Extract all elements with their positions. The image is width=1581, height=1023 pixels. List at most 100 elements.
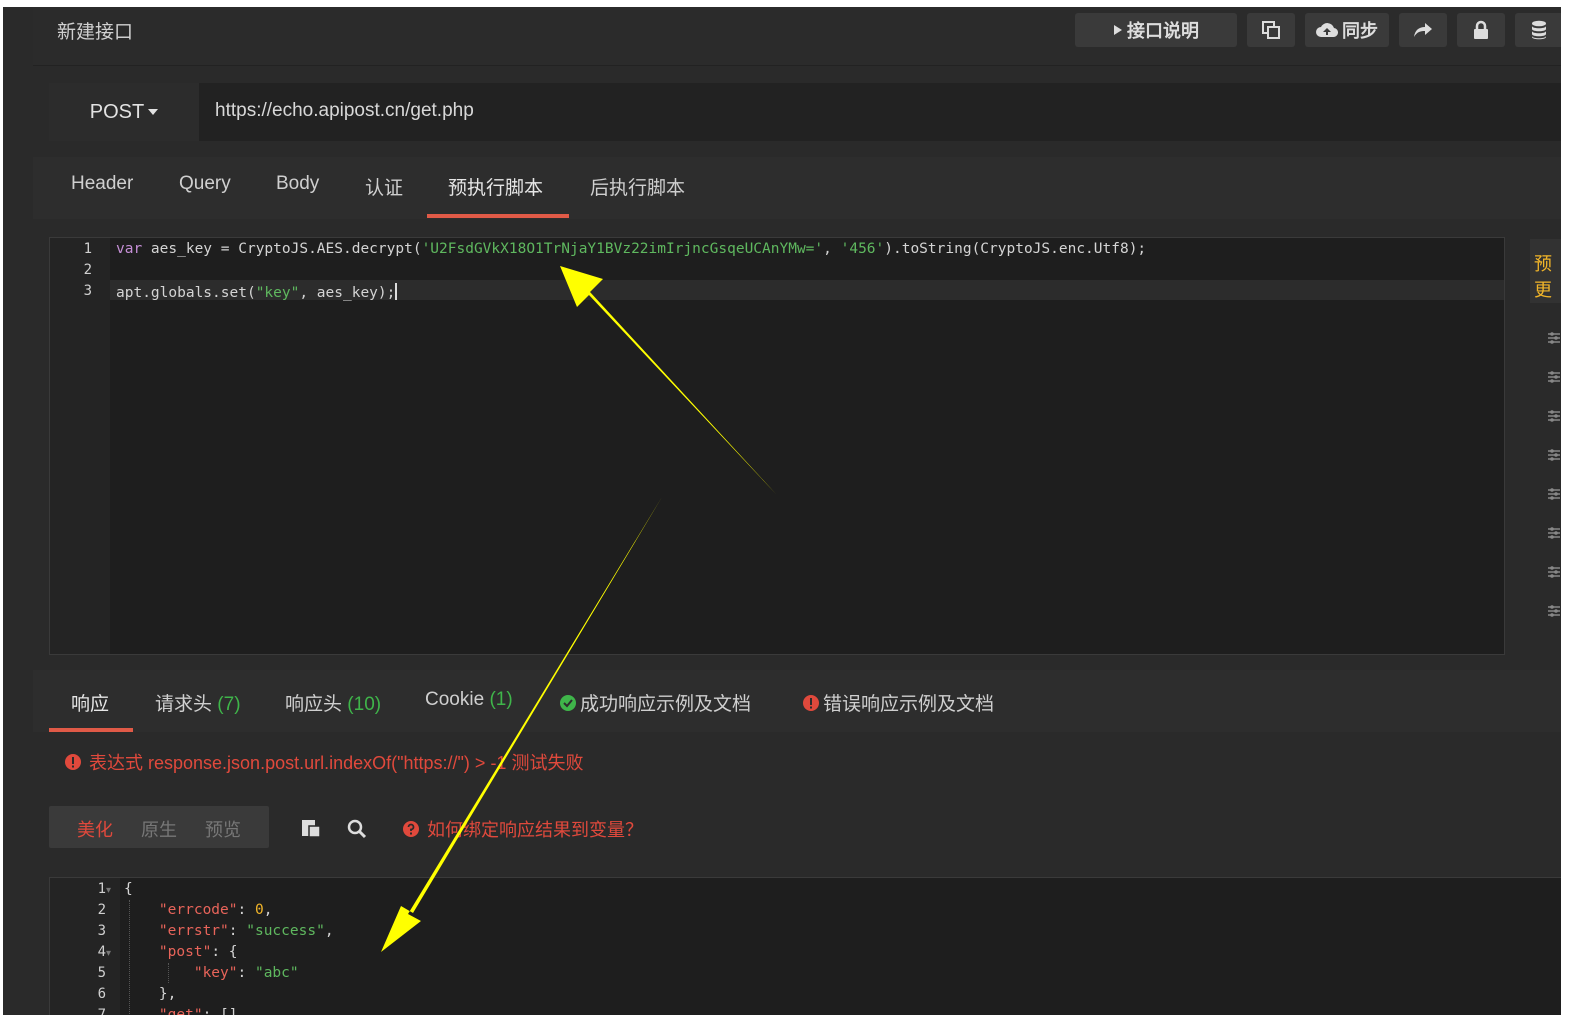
snippet-icon[interactable] (1548, 370, 1560, 384)
api-doc-button[interactable]: 接口说明 (1075, 13, 1237, 47)
snippet-panel-tab[interactable]: 预 更 (1530, 239, 1561, 303)
tab-error-doc-label: 错误响应示例及文档 (823, 694, 995, 715)
tab-header[interactable]: Header (71, 173, 133, 195)
lock-icon (1474, 20, 1488, 39)
error-circle-icon (65, 754, 81, 770)
line-number: 4 (97, 944, 106, 960)
tab-post-script[interactable]: 后执行脚本 (590, 173, 685, 200)
code-token: , aes_key); (299, 285, 396, 301)
bind-response-help-text: 如何绑定响应结果到变量？ (427, 820, 643, 840)
url-bar: POST https://echo.apipost.cn/get.php (49, 83, 1561, 141)
test-failure-alert: 表达式 response.json.post.url.indexOf("http… (65, 749, 583, 775)
json-key: "post" (158, 944, 212, 960)
view-mode-beautify[interactable]: 美化 (77, 816, 113, 842)
paste-icon[interactable] (301, 818, 321, 838)
caret-down-icon (148, 109, 159, 115)
bind-response-help-link[interactable]: 如何绑定响应结果到变量？ (403, 816, 643, 842)
line-number: 2 (83, 262, 92, 278)
method-label: POST (89, 100, 145, 123)
active-tab-indicator (49, 728, 133, 732)
json-string: "success" (246, 923, 325, 939)
request-tabs: Header Query Body 认证 预执行脚本 后执行脚本 (33, 157, 1561, 219)
tab-body[interactable]: Body (276, 173, 319, 195)
view-mode-preview[interactable]: 预览 (205, 816, 241, 842)
method-select[interactable]: POST (49, 83, 199, 141)
tab-query[interactable]: Query (179, 173, 231, 195)
tab-pre-script[interactable]: 预执行脚本 (448, 173, 543, 200)
json-key: "errstr" (158, 923, 229, 939)
editor-gutter: 1 2 3 (50, 238, 110, 654)
share-arrow-icon (1414, 23, 1432, 37)
fold-caret-icon[interactable]: ▾ (106, 885, 111, 896)
snippet-icon[interactable] (1548, 487, 1560, 501)
string-token: "key" (255, 285, 300, 301)
json-key: "key" (193, 965, 238, 981)
api-editor-window: 新建接口 接口说明 同步 POST https://echo.apipost.c… (3, 7, 1561, 1015)
snippet-icon[interactable] (1548, 604, 1560, 618)
snippet-icon[interactable] (1548, 565, 1560, 579)
copy-icon (1262, 21, 1280, 39)
text-cursor (395, 283, 398, 300)
json-line: "post": { (124, 944, 238, 960)
cloud-upload-icon (1316, 23, 1338, 38)
code-line-1: var aes_key = CryptoJS.AES.decrypt('U2Fs… (116, 241, 1146, 257)
lock-button[interactable] (1457, 13, 1505, 47)
tab-cookie-label: Cookie (425, 689, 485, 710)
count-badge: (1) (489, 689, 513, 710)
code-token: , (823, 241, 841, 257)
response-gutter: 1 ▾ 2 3 4 ▾ 5 6 7 (50, 878, 120, 1015)
share-button[interactable] (1399, 13, 1447, 47)
json-line: }, (124, 986, 176, 1002)
script-editor[interactable]: 1 2 3 var aes_key = CryptoJS.AES.decrypt… (49, 237, 1505, 655)
search-icon[interactable] (347, 819, 367, 839)
copy-button[interactable] (1247, 13, 1295, 47)
tab-error-doc[interactable]: 错误响应示例及文档 (803, 689, 994, 716)
tab-success-doc[interactable]: 成功响应示例及文档 (560, 689, 751, 716)
json-punct: : { (211, 944, 238, 960)
tab-cookie[interactable]: Cookie (1) (425, 689, 513, 711)
line-number: 3 (97, 923, 106, 939)
sync-button[interactable]: 同步 (1305, 13, 1389, 47)
tab-response-headers[interactable]: 响应头 (10) (285, 689, 381, 716)
error-circle-icon (803, 694, 819, 711)
json-line: "get": [] (124, 1007, 238, 1015)
question-circle-icon (403, 821, 419, 837)
snippet-icon[interactable] (1548, 448, 1560, 462)
database-button[interactable] (1515, 13, 1561, 47)
json-key: "get" (158, 1007, 203, 1015)
code-line-3: apt.globals.set("key", aes_key); (116, 283, 398, 301)
json-line: "key": "abc" (193, 965, 299, 981)
tab-request-headers-label: 请求头 (155, 694, 213, 715)
line-number: 3 (83, 283, 92, 299)
top-bar: 新建接口 接口说明 同步 (33, 7, 1561, 66)
response-viewer[interactable]: 1 ▾ 2 3 4 ▾ 5 6 7 { "errcode": 0, "errst… (49, 877, 1561, 1015)
tab-response-headers-label: 响应头 (285, 694, 343, 715)
sync-label: 同步 (1342, 21, 1378, 41)
tab-auth[interactable]: 认证 (365, 173, 403, 200)
view-mode-raw[interactable]: 原生 (141, 816, 177, 842)
check-circle-icon (560, 694, 576, 711)
snippet-icon[interactable] (1548, 409, 1560, 423)
tab-request-headers[interactable]: 请求头 (7) (155, 689, 241, 716)
string-token: 'U2FsdGVkX18O1TrNjaY1BVz22imIrjncGsqeUCA… (421, 241, 824, 257)
database-icon (1532, 20, 1546, 40)
string-token: '456' (840, 241, 885, 257)
count-badge: (7) (217, 694, 241, 715)
line-number: 6 (97, 986, 106, 1002)
json-number: 0 (254, 902, 264, 918)
snippet-icon[interactable] (1548, 331, 1560, 345)
url-input[interactable]: https://echo.apipost.cn/get.php (215, 100, 474, 122)
fold-caret-icon[interactable]: ▾ (106, 948, 111, 959)
response-tabs: 响应 请求头 (7) 响应头 (10) Cookie (1) 成功响应示例及文档… (33, 670, 1561, 732)
code-token: aes_key = CryptoJS.AES.decrypt( (142, 241, 422, 257)
line-number: 7 (97, 1007, 106, 1015)
tab-response[interactable]: 响应 (71, 689, 109, 716)
snippet-panel-tab-label: 预 更 (1534, 254, 1552, 300)
keyword-token: var (116, 241, 143, 257)
json-punct: }, (158, 986, 177, 1002)
json-line: { (124, 881, 133, 897)
snippet-icon[interactable] (1548, 526, 1560, 540)
json-string: "abc" (254, 965, 299, 981)
line-number: 1 (97, 881, 106, 897)
code-token: ).toString(CryptoJS.enc.Utf8); (884, 241, 1147, 257)
